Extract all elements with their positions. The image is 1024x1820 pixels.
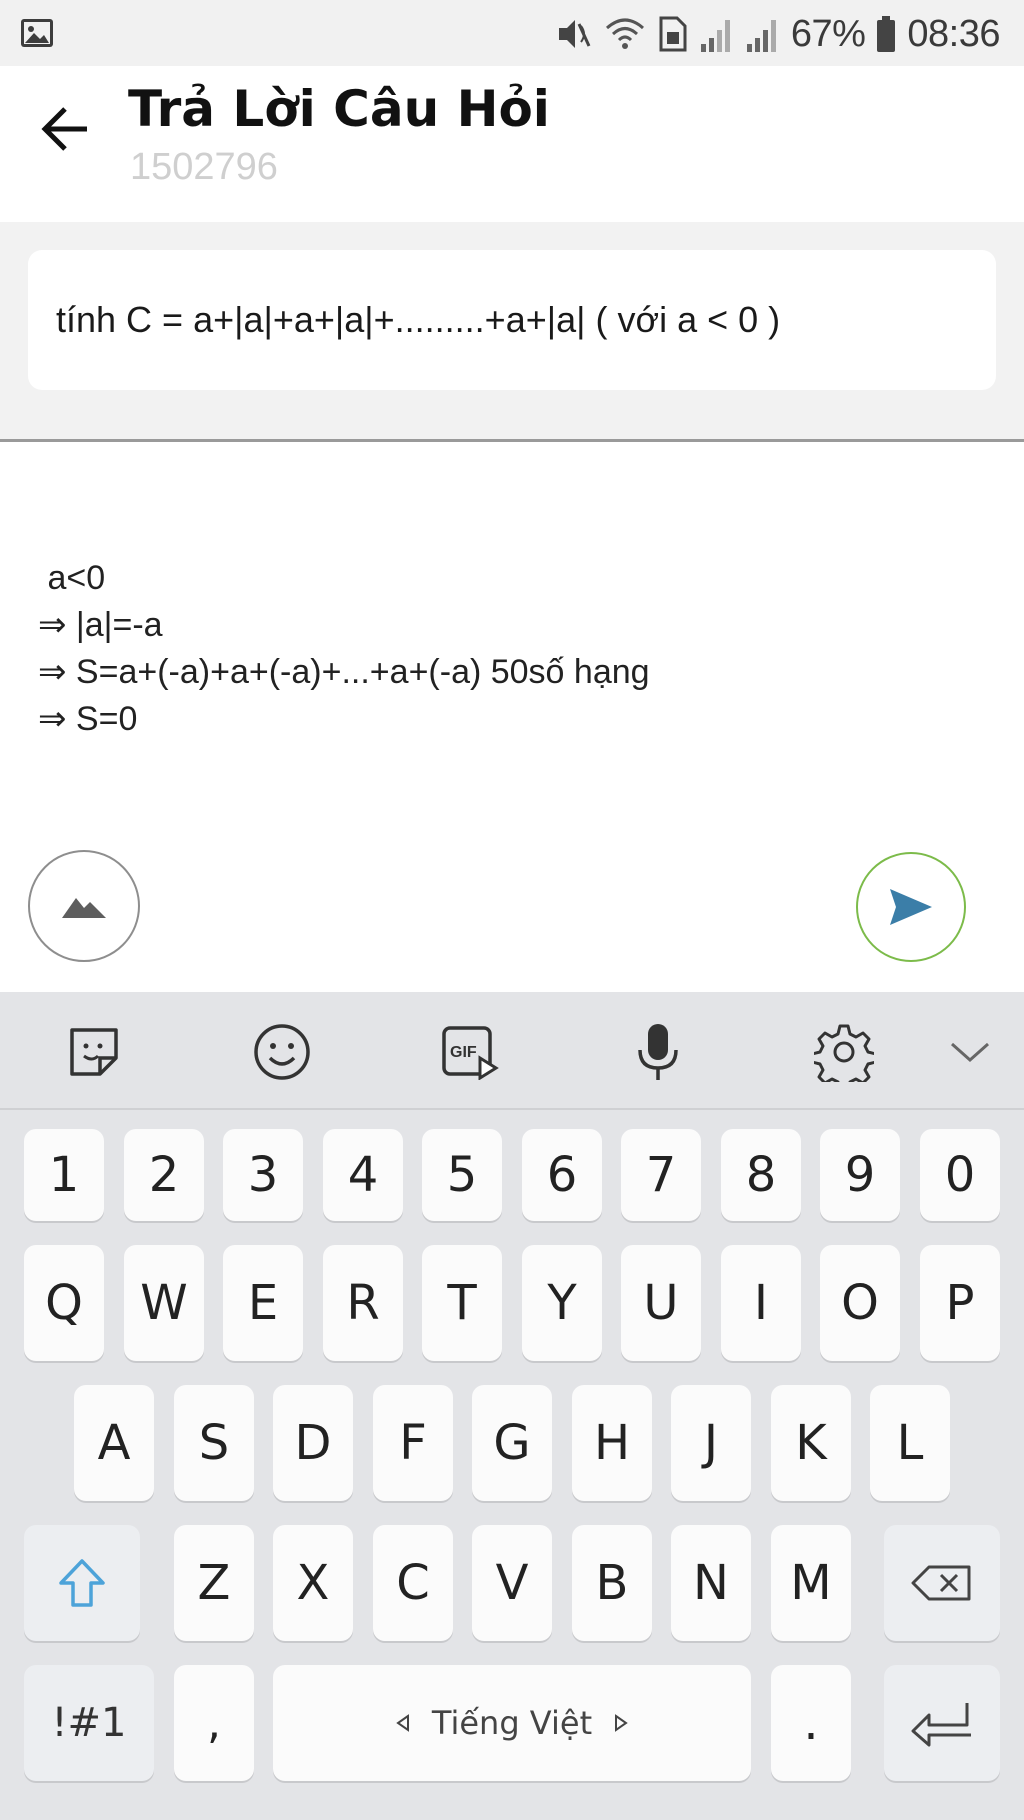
space-key-content: Tiếng Việt — [396, 1704, 628, 1742]
back-button[interactable] — [30, 94, 100, 164]
key-9[interactable]: 9 — [820, 1129, 900, 1221]
voice-input-button[interactable] — [620, 1014, 696, 1090]
key-l[interactable]: L — [870, 1385, 950, 1501]
answer-line: a<0 — [38, 559, 106, 597]
symbols-label: !#1 — [51, 1700, 127, 1746]
gif-button[interactable]: GIF — [432, 1014, 508, 1090]
key-i[interactable]: I — [721, 1245, 801, 1361]
page-title: Trả Lời Câu Hỏi — [128, 80, 550, 138]
backspace-key[interactable] — [884, 1525, 1000, 1641]
smiley-icon — [254, 1024, 310, 1080]
period-label: . — [803, 1695, 819, 1751]
gear-icon — [814, 1024, 874, 1082]
key-o[interactable]: O — [820, 1245, 900, 1361]
key-e[interactable]: E — [223, 1245, 303, 1361]
symbols-key[interactable]: !#1 — [24, 1665, 154, 1781]
gallery-notification-icon — [21, 19, 53, 47]
mute-icon — [558, 20, 591, 48]
language-label: Tiếng Việt — [431, 1704, 593, 1742]
svg-text:GIF: GIF — [450, 1044, 477, 1061]
question-card: tính C = a+|a|+a+|a|+.........+a+|a| ( v… — [28, 250, 996, 390]
key-t[interactable]: T — [422, 1245, 502, 1361]
key-b[interactable]: B — [572, 1525, 652, 1641]
key-n[interactable]: N — [671, 1525, 751, 1641]
comma-key[interactable]: , — [174, 1665, 254, 1781]
enter-return-icon — [911, 1703, 971, 1747]
shift-arrow-icon — [59, 1559, 105, 1607]
key-w[interactable]: W — [124, 1245, 204, 1361]
clock: 08:36 — [907, 12, 1000, 55]
key-k[interactable]: K — [771, 1385, 851, 1501]
app-header: Trả Lời Câu Hỏi 1502796 — [0, 66, 1024, 222]
comma-label: , — [207, 1697, 221, 1749]
key-c[interactable]: C — [373, 1525, 453, 1641]
battery-percent: 67% — [790, 12, 866, 55]
key-f[interactable]: F — [373, 1385, 453, 1501]
attach-image-button[interactable] — [28, 850, 140, 962]
backspace-icon — [911, 1565, 971, 1601]
arrow-left-icon — [41, 107, 87, 151]
send-icon — [890, 889, 932, 925]
question-area: tính C = a+|a|+a+|a|+.........+a+|a| ( v… — [0, 222, 1024, 442]
period-key[interactable]: . — [771, 1665, 851, 1781]
caret-right-icon — [615, 1714, 628, 1732]
key-h[interactable]: H — [572, 1385, 652, 1501]
key-q[interactable]: Q — [24, 1245, 104, 1361]
key-z[interactable]: Z — [174, 1525, 254, 1641]
signal-icon-1 — [700, 20, 730, 52]
keyboard-toolbar: GIF — [0, 992, 1024, 1110]
question-id: 1502796 — [130, 146, 278, 188]
sticker-button[interactable] — [56, 1014, 132, 1090]
key-0[interactable]: 0 — [920, 1129, 1000, 1221]
key-6[interactable]: 6 — [522, 1129, 602, 1221]
send-button[interactable] — [856, 852, 966, 962]
gif-icon: GIF — [442, 1026, 499, 1080]
key-p[interactable]: P — [920, 1245, 1000, 1361]
answer-text[interactable]: a<0 ⇒ |a|=-a ⇒ S=a+(-a)+a+(-a)+...+a+(-a… — [38, 555, 650, 743]
battery-icon — [877, 16, 896, 52]
key-y[interactable]: Y — [522, 1245, 602, 1361]
wifi-icon — [605, 18, 644, 49]
shift-key[interactable] — [24, 1525, 140, 1641]
enter-key[interactable] — [884, 1665, 1000, 1781]
key-a[interactable]: A — [74, 1385, 154, 1501]
status-bar: 67% 08:36 — [0, 0, 1024, 66]
microphone-icon — [638, 1024, 678, 1080]
key-7[interactable]: 7 — [621, 1129, 701, 1221]
question-text: tính C = a+|a|+a+|a|+.........+a+|a| ( v… — [56, 299, 781, 340]
chevron-down-icon — [951, 1042, 989, 1063]
emoji-button[interactable] — [244, 1014, 320, 1090]
answer-line: ⇒ S=a+(-a)+a+(-a)+...+a+(-a) 50số hạng — [38, 653, 650, 691]
key-4[interactable]: 4 — [323, 1129, 403, 1221]
key-x[interactable]: X — [273, 1525, 353, 1641]
hide-keyboard-button[interactable] — [932, 1014, 1008, 1090]
on-screen-keyboard: GIF 1 2 3 4 5 6 7 8 9 0 Q W E R T Y U I … — [0, 992, 1024, 1820]
sticker-icon — [70, 1028, 118, 1076]
key-d[interactable]: D — [273, 1385, 353, 1501]
key-8[interactable]: 8 — [721, 1129, 801, 1221]
key-1[interactable]: 1 — [24, 1129, 104, 1221]
space-key[interactable]: Tiếng Việt — [273, 1665, 751, 1781]
key-3[interactable]: 3 — [223, 1129, 303, 1221]
key-u[interactable]: U — [621, 1245, 701, 1361]
mountain-image-icon — [62, 898, 106, 918]
signal-icon-2 — [746, 20, 776, 52]
key-5[interactable]: 5 — [422, 1129, 502, 1221]
answer-line: ⇒ S=0 — [38, 700, 138, 738]
key-2[interactable]: 2 — [124, 1129, 204, 1221]
keyboard-settings-button[interactable] — [806, 1014, 882, 1090]
key-s[interactable]: S — [174, 1385, 254, 1501]
caret-left-icon — [396, 1714, 409, 1732]
sim-card-icon — [659, 16, 687, 52]
key-j[interactable]: J — [671, 1385, 751, 1501]
key-r[interactable]: R — [323, 1245, 403, 1361]
key-g[interactable]: G — [472, 1385, 552, 1501]
answer-line: ⇒ |a|=-a — [38, 606, 163, 644]
key-v[interactable]: V — [472, 1525, 552, 1641]
key-m[interactable]: M — [771, 1525, 851, 1641]
